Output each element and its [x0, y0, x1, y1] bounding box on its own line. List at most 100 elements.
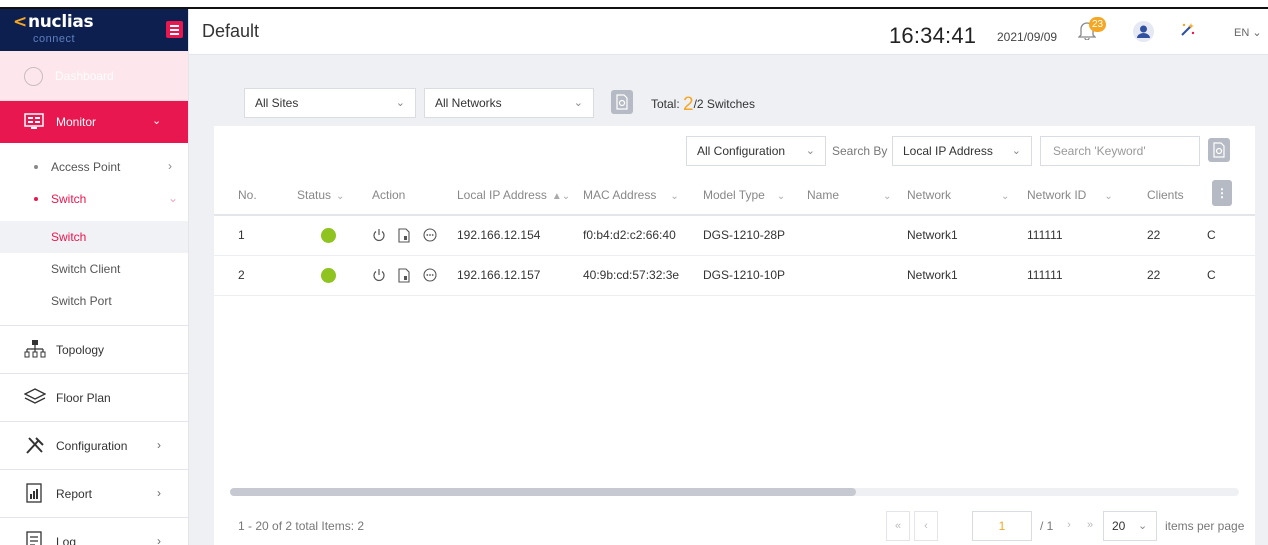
page-number-input[interactable]: 1	[972, 511, 1032, 541]
chevron-down-icon: ⌄	[776, 190, 786, 202]
site-select[interactable]: All Sites ⌄	[244, 88, 416, 118]
sort-icon: ▲⌄	[551, 190, 571, 202]
chevron-down-icon: ⌄	[1104, 190, 1113, 202]
col-local-ip[interactable]: Local IP Address ▲⌄	[457, 175, 583, 216]
sidebar-item-label: Report	[56, 487, 93, 501]
nuclias-logo[interactable]: <nuclias	[13, 12, 94, 32]
more-options-icon[interactable]	[423, 268, 437, 282]
user-avatar-icon[interactable]	[1133, 21, 1154, 42]
cell-model: DGS-1210-28P	[703, 215, 807, 256]
chevron-down-icon: ⌄	[336, 190, 345, 202]
cell-network: Network1	[907, 255, 1027, 296]
sidebar-item-topology[interactable]: Topology	[0, 325, 188, 373]
floor-plan-icon	[24, 388, 46, 404]
last-page-button[interactable]: »	[1080, 511, 1100, 541]
notification-badge: 23	[1089, 17, 1107, 32]
firmware-file-icon[interactable]	[397, 268, 411, 283]
col-model[interactable]: Model Type ⌄	[703, 175, 807, 216]
sidebar-item-switch-group[interactable]: Switch ⌄	[0, 183, 188, 215]
search-input[interactable]: Search 'Keyword'	[1040, 136, 1200, 166]
column-settings-button[interactable]: ⋮	[1212, 180, 1232, 206]
next-page-button[interactable]: ›	[1059, 511, 1079, 541]
sidebar-item-label: Switch	[51, 192, 87, 206]
search-by-select[interactable]: Local IP Address ⌄	[892, 136, 1032, 166]
cell-status	[297, 215, 372, 256]
firmware-file-icon[interactable]	[397, 228, 411, 243]
top-header: Default 16:34:41 2021/09/09 23 EN ⌄	[189, 9, 1268, 55]
language-selector[interactable]: EN ⌄	[1234, 26, 1262, 39]
tools-icon	[26, 437, 44, 454]
cell-mac: 40:9b:cd:57:32:3e	[583, 255, 703, 296]
col-network-id[interactable]: Network ID ⌄	[1027, 175, 1147, 216]
menu-toggle-icon[interactable]	[166, 21, 183, 38]
chevron-down-icon: ⌄	[1252, 27, 1262, 39]
chevron-down-icon: ⌄	[1001, 190, 1010, 202]
cell-name	[807, 215, 907, 256]
document-search-icon	[1213, 142, 1225, 158]
dashboard-gauge-icon	[24, 67, 43, 86]
col-name[interactable]: Name ⌄	[807, 175, 907, 216]
magic-wand-icon[interactable]	[1179, 22, 1195, 38]
chevron-down-icon: ⌄	[805, 145, 815, 157]
col-clients[interactable]: Clients	[1147, 175, 1207, 216]
table-row[interactable]: 1 192.166.12.154 f0:b4:d2:c2:66:40 DGS-1…	[214, 215, 1255, 256]
sidebar-item-dashboard[interactable]: Dashboard	[0, 51, 188, 101]
cell-clients[interactable]: 22	[1147, 215, 1207, 256]
sidebar-item-label: Switch	[51, 230, 87, 244]
sidebar-item-switch-client[interactable]: Switch Client	[0, 253, 188, 285]
switch-total: Total: 2/2 Switches	[651, 94, 755, 115]
col-status[interactable]: Status ⌄	[297, 175, 372, 216]
cell-local-ip: 192.166.12.157	[457, 255, 583, 296]
cell-clients[interactable]: 22	[1147, 255, 1207, 296]
sidebar-item-label: Switch Port	[51, 294, 112, 308]
table-row[interactable]: 2 192.166.12.157 40:9b:cd:57:32:3e DGS-1…	[214, 255, 1255, 296]
sidebar-item-monitor[interactable]: Monitor ⌄	[0, 101, 188, 143]
prev-page-button[interactable]: ‹	[914, 511, 938, 541]
cell-network-id: 111111	[1027, 215, 1147, 256]
horizontal-scrollbar[interactable]	[230, 488, 1239, 496]
status-online-icon	[321, 267, 336, 283]
status-online-icon	[321, 227, 336, 243]
chevron-down-icon: ⌄	[152, 115, 162, 127]
more-options-icon[interactable]	[423, 228, 437, 242]
sidebar-item-report[interactable]: Report ›	[0, 469, 188, 517]
document-search-icon	[616, 94, 628, 110]
sidebar-item-label: Log	[56, 535, 77, 545]
clock-date: 2021/09/09	[997, 30, 1058, 44]
cell-action	[372, 255, 457, 296]
sidebar-item-label: Access Point	[51, 160, 121, 174]
cell-network-id: 111111	[1027, 255, 1147, 296]
chevron-right-icon: ›	[168, 159, 172, 173]
sidebar-item-label: Monitor	[56, 115, 97, 129]
chevron-right-icon: ›	[157, 534, 161, 545]
sidebar-item-floor-plan[interactable]: Floor Plan	[0, 373, 188, 421]
bullet-icon	[34, 165, 38, 169]
cell-status	[297, 255, 372, 296]
sidebar-item-configuration[interactable]: Configuration ›	[0, 421, 188, 469]
scrollbar-thumb[interactable]	[230, 488, 856, 496]
cell-local-ip: 192.166.12.154	[457, 215, 583, 256]
search-button[interactable]	[1208, 138, 1230, 162]
chevron-right-icon: ›	[157, 486, 161, 500]
power-icon[interactable]	[372, 228, 386, 242]
network-select[interactable]: All Networks ⌄	[424, 88, 594, 118]
first-page-button[interactable]: «	[886, 511, 910, 541]
chevron-down-icon: ⌄	[573, 97, 583, 109]
chevron-down-icon: ⌄	[1011, 145, 1021, 157]
col-network[interactable]: Network ⌄	[907, 175, 1027, 216]
col-mac[interactable]: MAC Address ⌄	[583, 175, 703, 216]
power-icon[interactable]	[372, 268, 386, 282]
cell-name	[807, 255, 907, 296]
sidebar-item-switch-port[interactable]: Switch Port	[0, 285, 188, 317]
log-icon	[26, 531, 42, 545]
page-size-select[interactable]: 20 ⌄	[1103, 511, 1157, 541]
configuration-select[interactable]: All Configuration ⌄	[686, 136, 826, 166]
cell-no: 2	[238, 255, 297, 296]
sidebar-item-label: Configuration	[56, 439, 128, 453]
sidebar-item-log[interactable]: Log ›	[0, 517, 188, 545]
sidebar-item-access-point[interactable]: Access Point ›	[0, 151, 188, 183]
window-top-edge	[0, 0, 1268, 9]
bullet-icon	[34, 197, 38, 201]
sidebar-item-switch[interactable]: Switch	[0, 221, 188, 253]
export-report-button[interactable]	[611, 90, 633, 114]
